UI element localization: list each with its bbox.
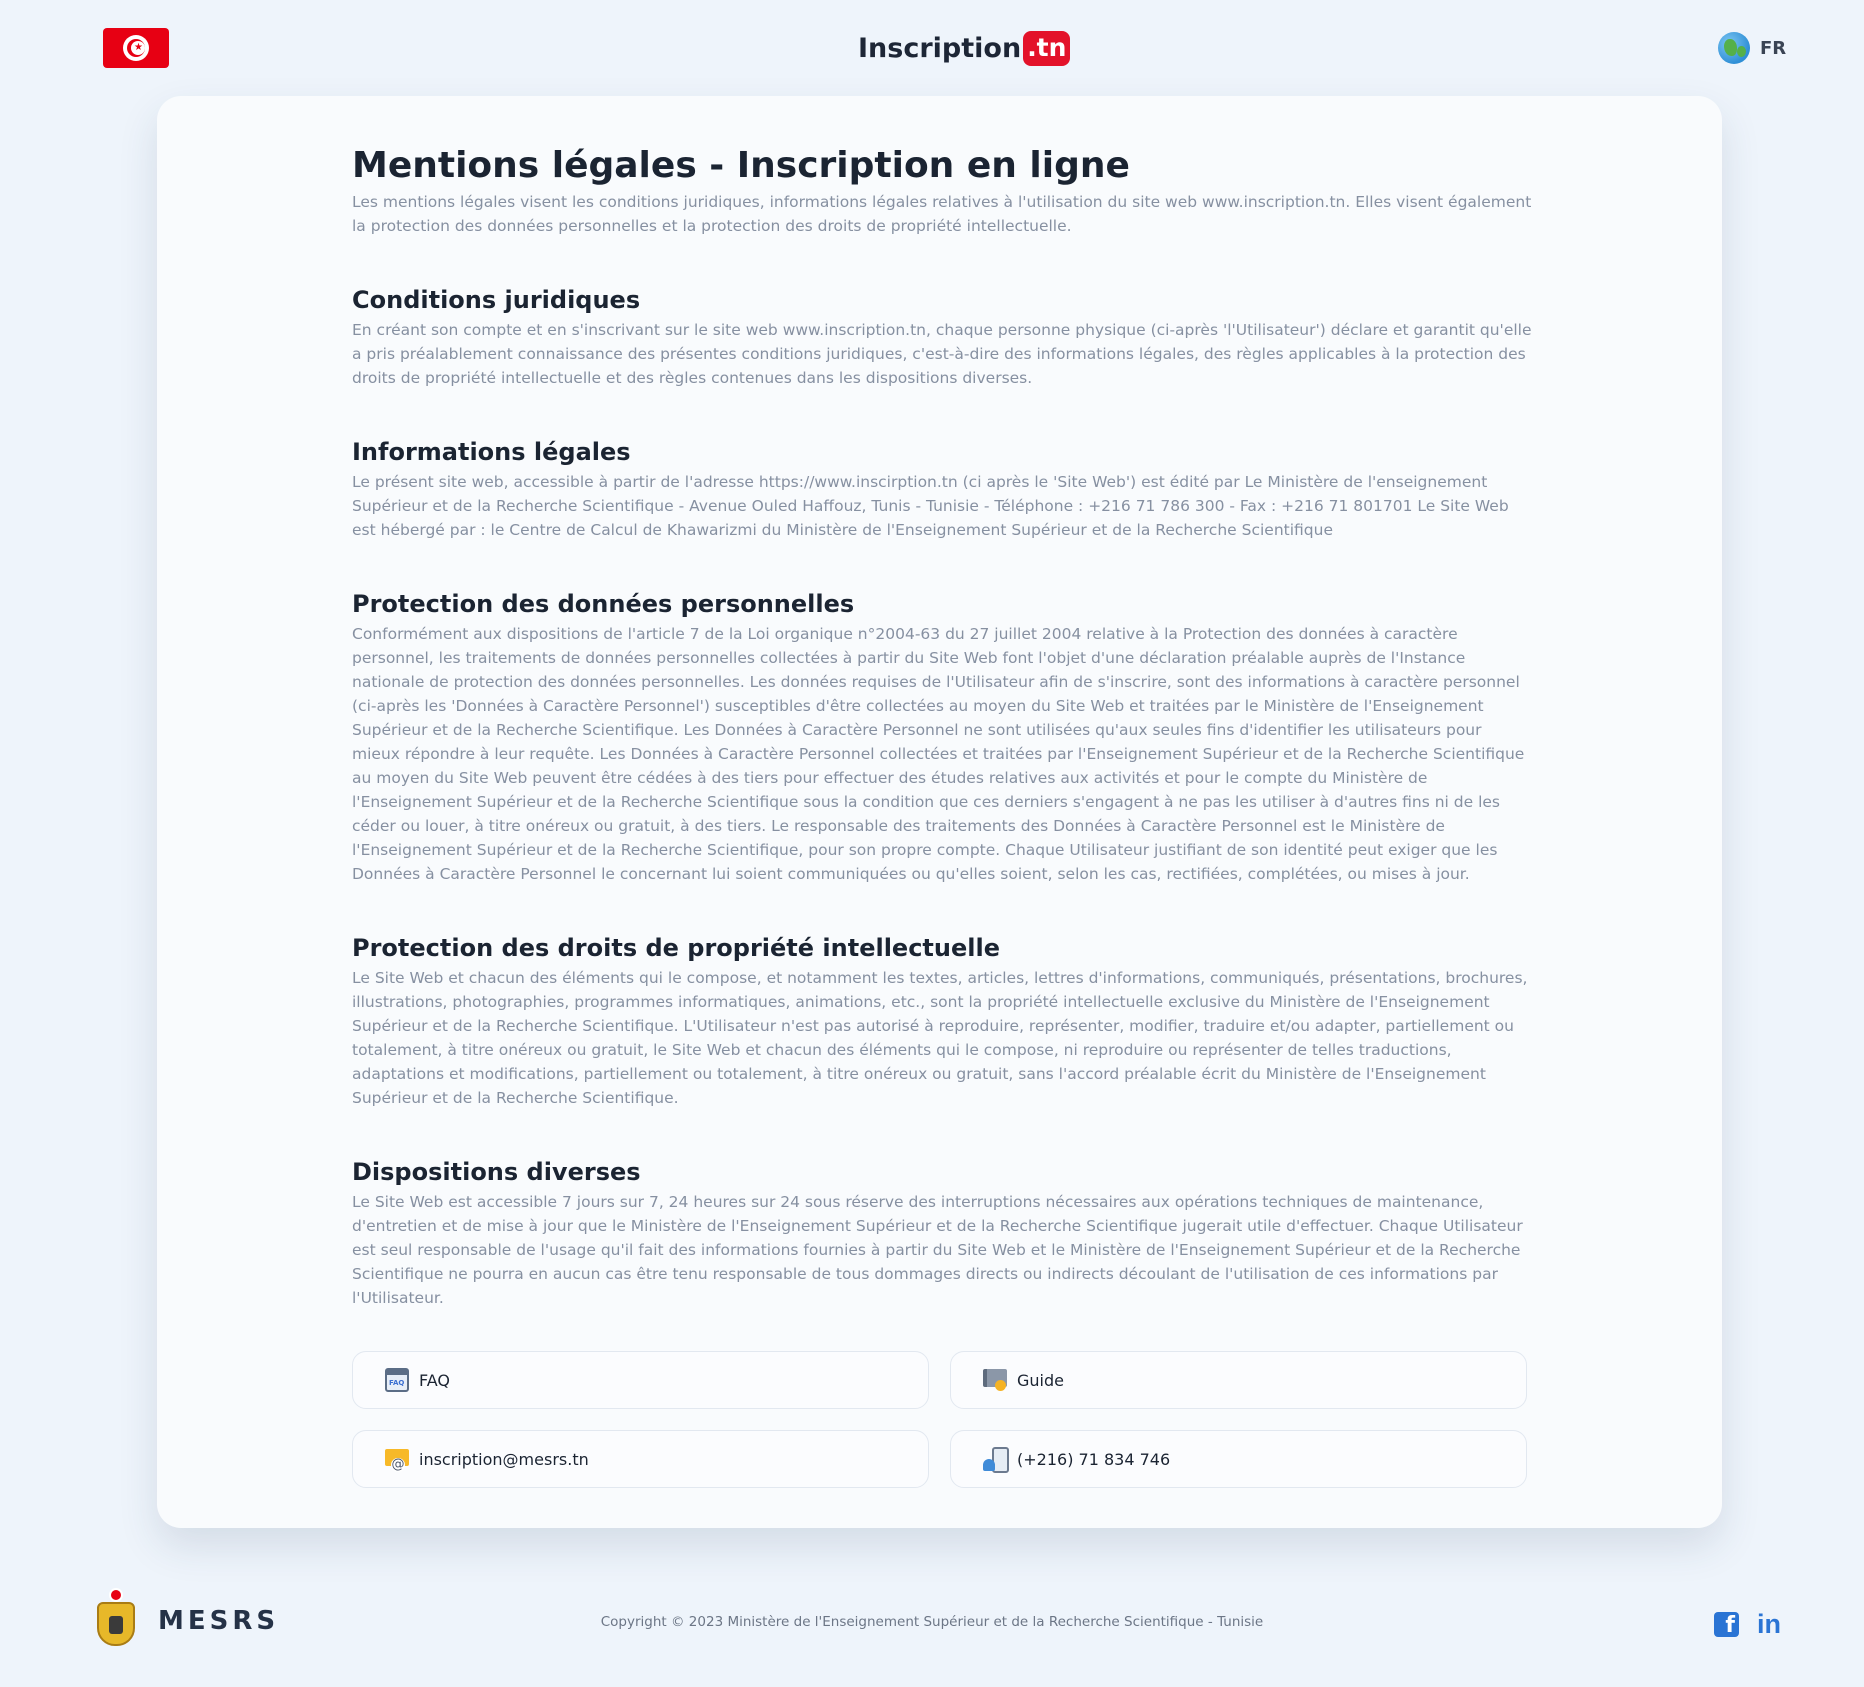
section-title: Conditions juridiques <box>352 286 641 314</box>
section-body: Le présent site web, accessible à partir… <box>352 473 1509 539</box>
section-title: Protection des données personnelles <box>352 590 855 618</box>
section-body: Le Site Web et chacun des éléments qui l… <box>352 969 1528 1107</box>
phone-link[interactable]: (+216) 71 834 746 <box>950 1430 1527 1488</box>
section-body: Conformément aux dispositions de l'artic… <box>352 625 1525 883</box>
section-conditions: Conditions juridiques En créant son comp… <box>352 284 1532 390</box>
logo-main-text: Inscription <box>858 32 1022 64</box>
faq-link[interactable]: FAQ FAQ <box>352 1351 929 1409</box>
legal-content: Mentions légales - Inscription en ligne … <box>352 144 1532 1310</box>
section-donnees: Protection des données personnelles Conf… <box>352 588 1532 886</box>
header: ★ Inscription .tn FR <box>0 0 1864 96</box>
section-propriete: Protection des droits de propriété intel… <box>352 932 1532 1110</box>
section-body: Le Site Web est accessible 7 jours sur 7… <box>352 1193 1523 1307</box>
section-title: Informations légales <box>352 438 631 466</box>
contact-links: FAQ FAQ Guide inscription@mesrs.tn (+216… <box>352 1351 1527 1488</box>
language-switcher[interactable]: FR <box>1718 31 1786 65</box>
faq-icon: FAQ <box>385 1368 409 1392</box>
mail-icon <box>385 1447 409 1472</box>
page-lead: Les mentions légales visent les conditio… <box>352 193 1532 235</box>
copyright-text: Copyright © 2023 Ministère de l'Enseigne… <box>600 1614 1264 1630</box>
page-title: Mentions légales - Inscription en ligne <box>352 145 1130 186</box>
facebook-icon[interactable]: f <box>1714 1611 1739 1637</box>
section-title: Dispositions diverses <box>352 1158 641 1186</box>
language-label: FR <box>1760 37 1787 59</box>
email-label: inscription@mesrs.tn <box>419 1449 589 1469</box>
guide-icon <box>983 1368 1007 1392</box>
tunisia-flag-icon[interactable]: ★ <box>103 28 169 68</box>
logo-badge: .tn <box>1023 30 1071 66</box>
footer: MESRS Copyright © 2023 Ministère de l'En… <box>0 1588 1864 1660</box>
phone-label: (+216) 71 834 746 <box>1017 1449 1171 1469</box>
faq-label: FAQ <box>419 1370 450 1390</box>
section-title: Protection des droits de propriété intel… <box>352 934 1000 962</box>
phone-icon <box>983 1447 1009 1473</box>
email-link[interactable]: inscription@mesrs.tn <box>352 1430 929 1488</box>
section-body: En créant son compte et en s'inscrivant … <box>352 321 1532 387</box>
legal-card: Mentions légales - Inscription en ligne … <box>157 96 1722 1528</box>
section-dispositions: Dispositions diverses Le Site Web est ac… <box>352 1156 1532 1310</box>
site-logo[interactable]: Inscription .tn <box>858 28 1071 68</box>
linkedin-icon[interactable]: in <box>1757 1610 1781 1638</box>
guide-label: Guide <box>1017 1370 1064 1390</box>
section-informations: Informations légales Le présent site web… <box>352 436 1532 542</box>
social-links: f in <box>1714 1610 1781 1638</box>
guide-link[interactable]: Guide <box>950 1351 1527 1409</box>
globe-icon <box>1718 32 1750 64</box>
